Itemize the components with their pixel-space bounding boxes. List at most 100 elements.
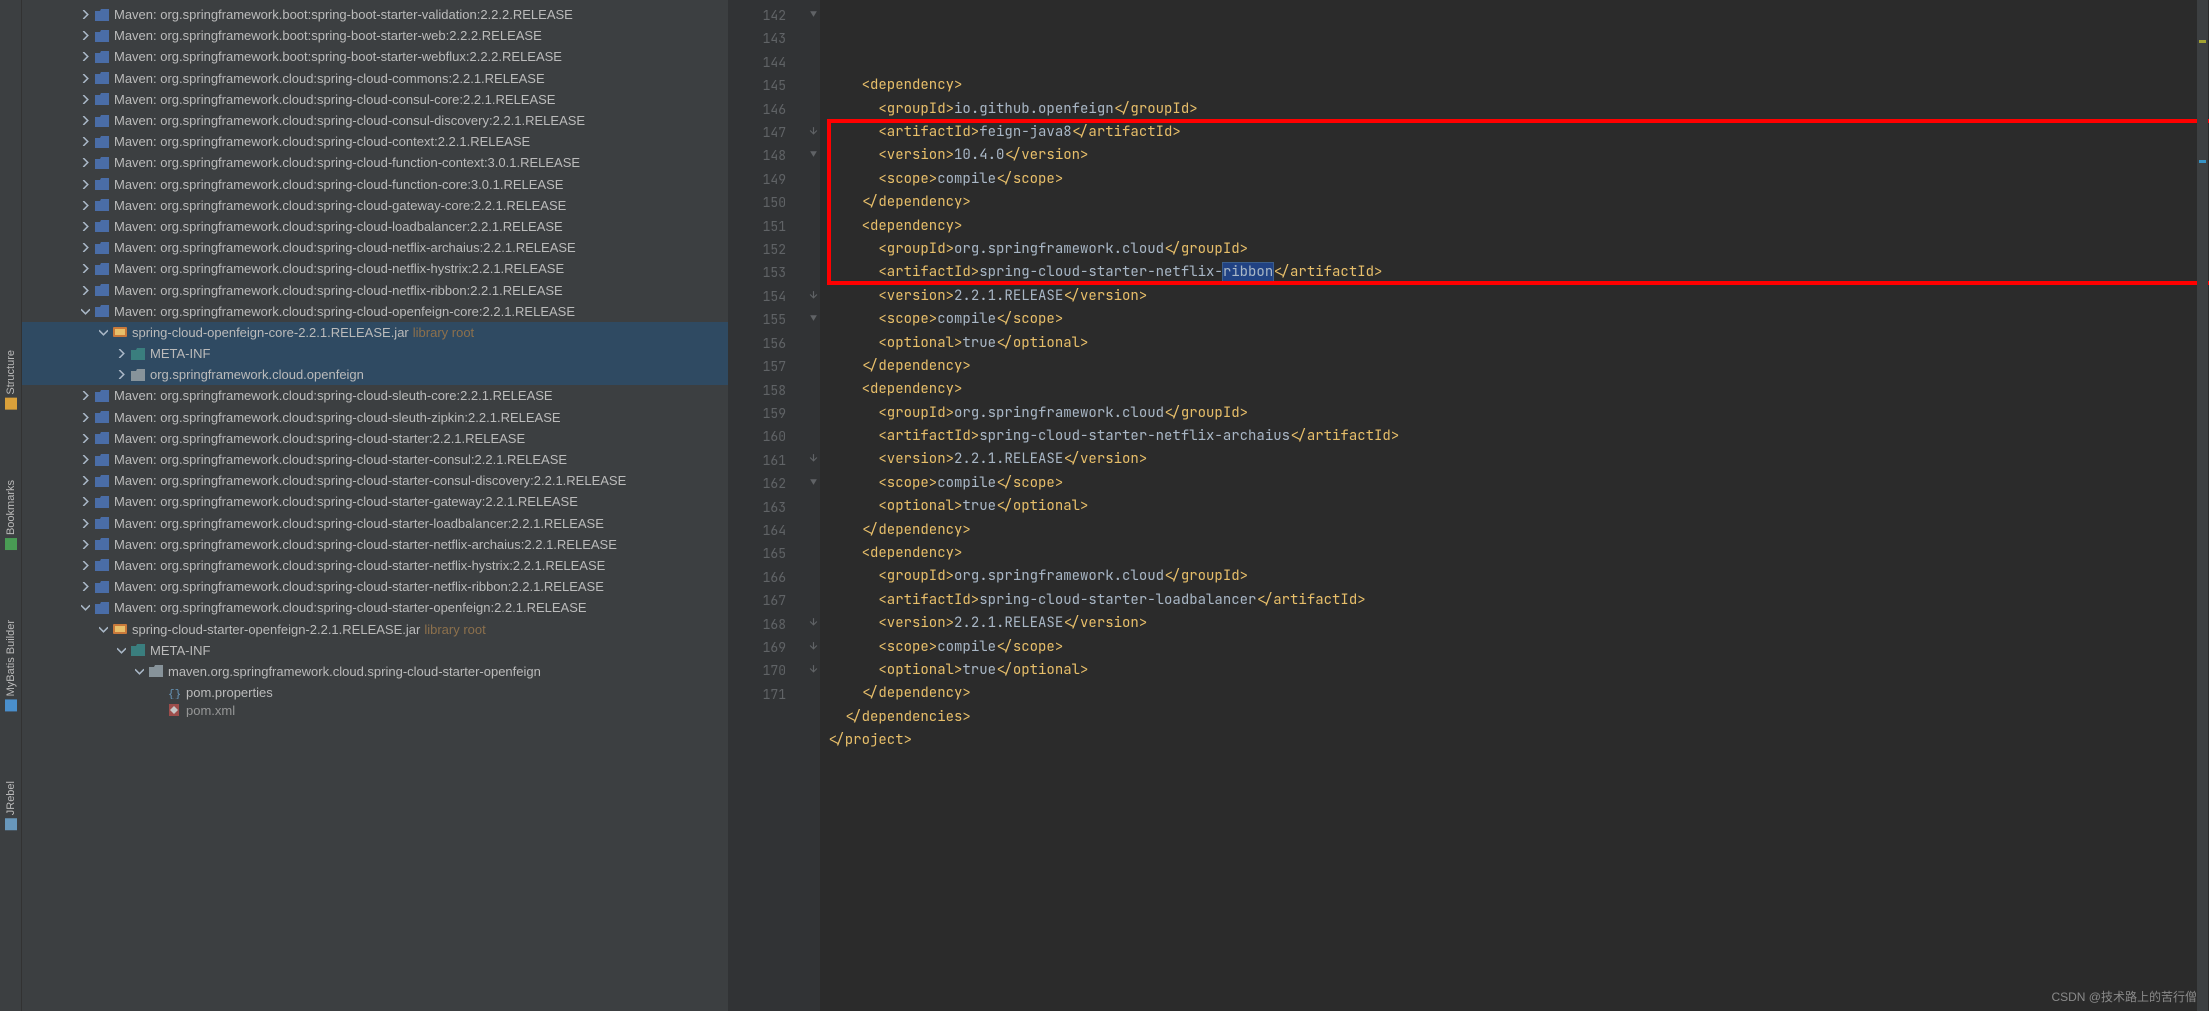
tree-node[interactable]: Maven: org.springframework.cloud:spring-… xyxy=(22,68,728,89)
code-line[interactable]: </dependency> xyxy=(828,682,2209,705)
code-line[interactable]: <version>2.2.1.RELEASE</version> xyxy=(828,448,2209,471)
chevron-right-icon[interactable] xyxy=(78,8,92,22)
chevron-down-icon[interactable] xyxy=(132,664,146,678)
code-line[interactable]: <dependency> xyxy=(828,215,2209,238)
chevron-none-icon[interactable] xyxy=(150,703,164,717)
chevron-right-icon[interactable] xyxy=(78,453,92,467)
tree-node[interactable]: Maven: org.springframework.cloud:spring-… xyxy=(22,534,728,555)
fold-handle-icon[interactable] xyxy=(806,144,820,167)
code-line[interactable]: <scope>compile</scope> xyxy=(828,308,2209,331)
tree-node[interactable]: Maven: org.springframework.cloud:spring-… xyxy=(22,195,728,216)
chevron-right-icon[interactable] xyxy=(78,198,92,212)
tree-node[interactable]: maven.org.springframework.cloud.spring-c… xyxy=(22,661,728,682)
chevron-right-icon[interactable] xyxy=(78,135,92,149)
tree-node[interactable]: Maven: org.springframework.cloud:spring-… xyxy=(22,513,728,534)
tool-bookmarks[interactable]: Bookmarks xyxy=(5,480,17,550)
tree-node[interactable]: Maven: org.springframework.cloud:spring-… xyxy=(22,470,728,491)
tree-node[interactable]: spring-cloud-starter-openfeign-2.2.1.REL… xyxy=(22,618,728,639)
tree-node[interactable]: Maven: org.springframework.cloud:spring-… xyxy=(22,152,728,173)
chevron-right-icon[interactable] xyxy=(78,580,92,594)
tree-node[interactable]: Maven: org.springframework.cloud:spring-… xyxy=(22,258,728,279)
code-line[interactable]: <optional>true</optional> xyxy=(828,495,2209,518)
code-line[interactable]: <artifactId>spring-cloud-starter-netflix… xyxy=(828,261,2209,284)
chevron-right-icon[interactable] xyxy=(78,71,92,85)
code-line[interactable]: <version>10.4.0</version> xyxy=(828,144,2209,167)
tree-node[interactable]: Maven: org.springframework.cloud:spring-… xyxy=(22,555,728,576)
tree-node[interactable]: Maven: org.springframework.cloud:spring-… xyxy=(22,131,728,152)
tree-node[interactable]: META-INF xyxy=(22,640,728,661)
tree-node[interactable]: Maven: org.springframework.cloud:spring-… xyxy=(22,576,728,597)
fold-handle-icon[interactable] xyxy=(806,472,820,495)
tree-node[interactable]: org.springframework.cloud.openfeign xyxy=(22,364,728,385)
tree-node[interactable]: {}pom.properties xyxy=(22,682,728,703)
chevron-right-icon[interactable] xyxy=(78,558,92,572)
chevron-right-icon[interactable] xyxy=(78,219,92,233)
chevron-right-icon[interactable] xyxy=(114,368,128,382)
chevron-down-icon[interactable] xyxy=(78,601,92,615)
code-line[interactable]: <dependency> xyxy=(828,542,2209,565)
chevron-none-icon[interactable] xyxy=(150,686,164,700)
tree-node[interactable]: Maven: org.springframework.cloud:spring-… xyxy=(22,385,728,406)
code-line[interactable]: </dependency> xyxy=(828,519,2209,542)
chevron-right-icon[interactable] xyxy=(78,283,92,297)
chevron-right-icon[interactable] xyxy=(78,389,92,403)
tree-node[interactable]: pom.xml xyxy=(22,703,728,717)
chevron-down-icon[interactable] xyxy=(114,643,128,657)
tool-jrebel[interactable]: JRebel xyxy=(5,781,17,830)
fold-handle-icon[interactable] xyxy=(806,4,820,27)
chevron-right-icon[interactable] xyxy=(78,537,92,551)
code-line[interactable]: </dependency> xyxy=(828,191,2209,214)
code-line[interactable]: </project> xyxy=(828,729,2209,752)
chevron-right-icon[interactable] xyxy=(78,114,92,128)
tree-node[interactable]: Maven: org.springframework.cloud:spring-… xyxy=(22,279,728,300)
chevron-right-icon[interactable] xyxy=(78,241,92,255)
code-line[interactable]: <groupId>org.springframework.cloud</grou… xyxy=(828,565,2209,588)
tree-node[interactable]: Maven: org.springframework.cloud:spring-… xyxy=(22,407,728,428)
tree-node[interactable]: Maven: org.springframework.cloud:spring-… xyxy=(22,216,728,237)
code-line[interactable]: <optional>true</optional> xyxy=(828,659,2209,682)
tool-mybatis[interactable]: MyBatis Builder xyxy=(5,620,17,711)
code-line[interactable]: <groupId>org.springframework.cloud</grou… xyxy=(828,238,2209,261)
tree-node[interactable]: Maven: org.springframework.cloud:spring-… xyxy=(22,449,728,470)
code-line[interactable]: </dependencies> xyxy=(828,706,2209,729)
chevron-right-icon[interactable] xyxy=(78,474,92,488)
tree-node[interactable]: Maven: org.springframework.boot:spring-b… xyxy=(22,46,728,67)
code-line[interactable]: <groupId>io.github.openfeign</groupId> xyxy=(828,98,2209,121)
code-line[interactable]: </dependency> xyxy=(828,355,2209,378)
code-line[interactable]: <scope>compile</scope> xyxy=(828,168,2209,191)
tree-node[interactable]: Maven: org.springframework.cloud:spring-… xyxy=(22,428,728,449)
code-area[interactable]: <dependency> <groupId>io.github.openfeig… xyxy=(820,0,2209,1011)
chevron-down-icon[interactable] xyxy=(96,325,110,339)
code-line[interactable]: <dependency> xyxy=(828,74,2209,97)
code-line[interactable]: <artifactId>feign-java8</artifactId> xyxy=(828,121,2209,144)
tool-structure[interactable]: Structure xyxy=(5,350,17,410)
chevron-right-icon[interactable] xyxy=(78,495,92,509)
tree-node[interactable]: Maven: org.springframework.cloud:spring-… xyxy=(22,491,728,512)
tree-node[interactable]: META-INF xyxy=(22,343,728,364)
code-line[interactable]: <scope>compile</scope> xyxy=(828,472,2209,495)
tree-node[interactable]: Maven: org.springframework.boot:spring-b… xyxy=(22,4,728,25)
tree-node[interactable]: Maven: org.springframework.cloud:spring-… xyxy=(22,597,728,618)
chevron-right-icon[interactable] xyxy=(78,410,92,424)
chevron-down-icon[interactable] xyxy=(96,622,110,636)
chevron-right-icon[interactable] xyxy=(78,156,92,170)
chevron-right-icon[interactable] xyxy=(78,516,92,530)
project-tree[interactable]: Maven: org.springframework.boot:spring-b… xyxy=(22,0,728,1011)
fold-gutter[interactable] xyxy=(806,0,820,1011)
chevron-down-icon[interactable] xyxy=(78,304,92,318)
editor-scrollbar[interactable] xyxy=(2197,0,2208,1011)
code-line[interactable]: <optional>true</optional> xyxy=(828,332,2209,355)
tree-node[interactable]: Maven: org.springframework.cloud:spring-… xyxy=(22,237,728,258)
chevron-right-icon[interactable] xyxy=(78,50,92,64)
code-line[interactable]: <artifactId>spring-cloud-starter-loadbal… xyxy=(828,589,2209,612)
fold-handle-icon[interactable] xyxy=(806,308,820,331)
code-line[interactable]: <dependency> xyxy=(828,378,2209,401)
chevron-right-icon[interactable] xyxy=(78,177,92,191)
chevron-right-icon[interactable] xyxy=(78,262,92,276)
tree-node[interactable]: Maven: org.springframework.cloud:spring-… xyxy=(22,174,728,195)
chevron-right-icon[interactable] xyxy=(78,29,92,43)
tree-node[interactable]: Maven: org.springframework.cloud:spring-… xyxy=(22,301,728,322)
editor-pane[interactable]: 1421431441451461471481491501511521531541… xyxy=(728,0,2209,1011)
code-line[interactable]: <groupId>org.springframework.cloud</grou… xyxy=(828,402,2209,425)
chevron-right-icon[interactable] xyxy=(114,347,128,361)
